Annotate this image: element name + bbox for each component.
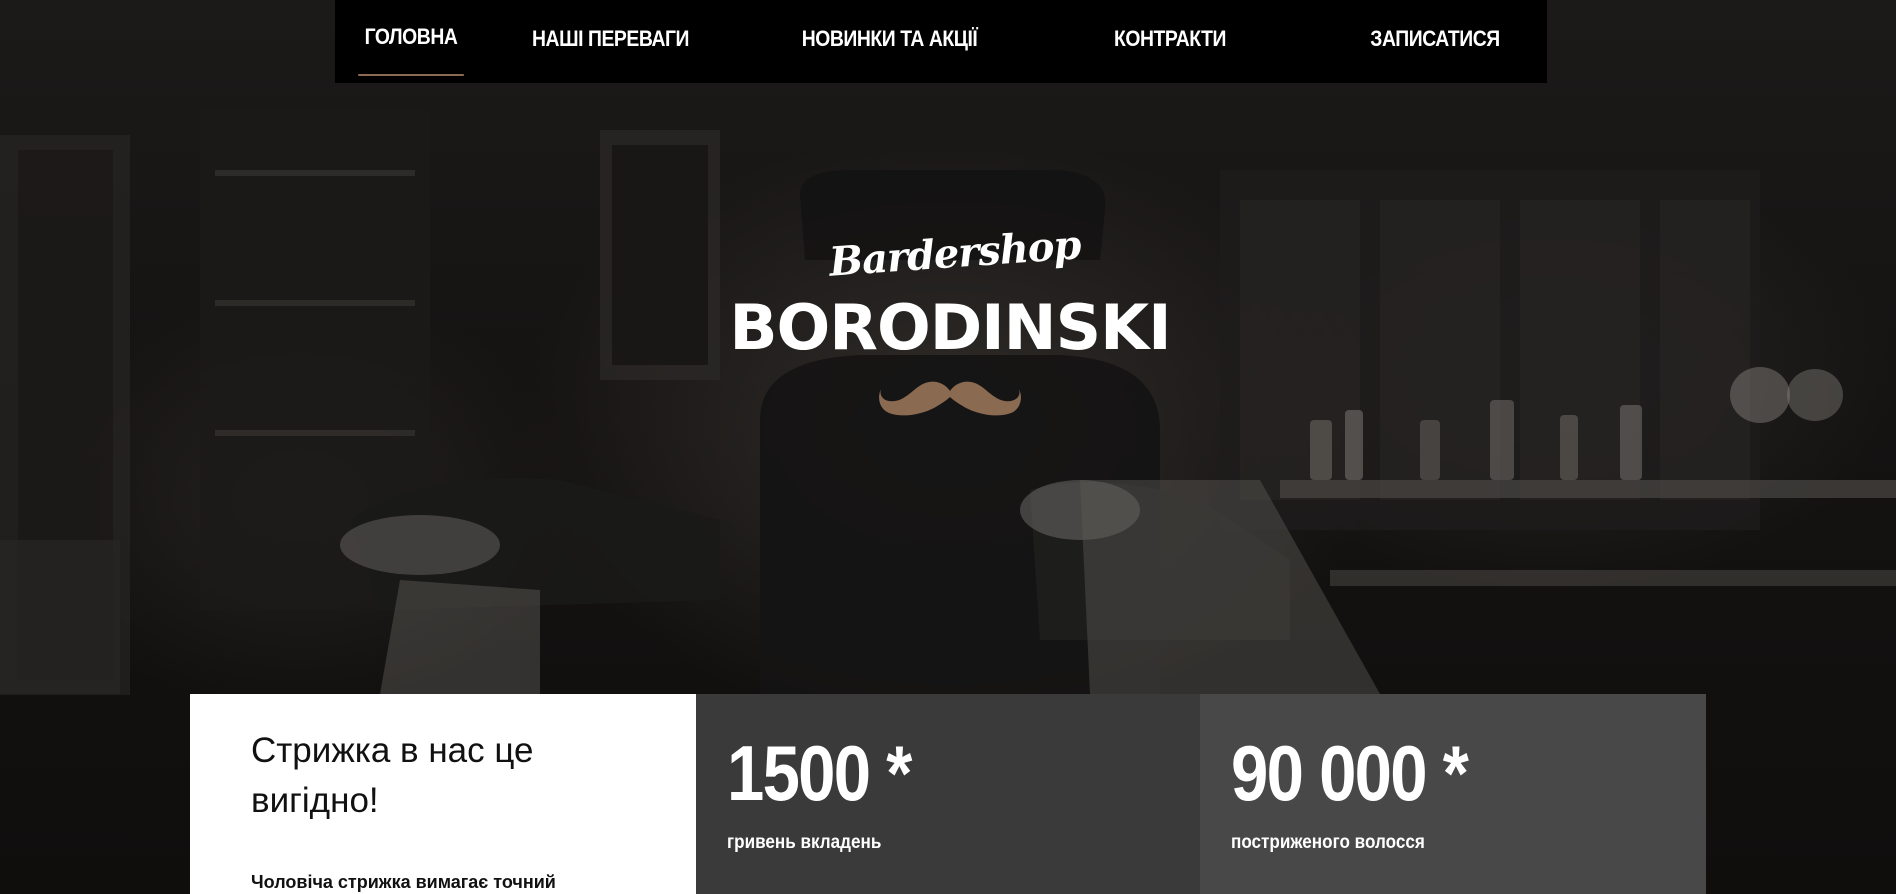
brand-logo: Bardershop BORODINSKI — [700, 221, 1200, 421]
nav-item-advantages[interactable]: НАШІ ПЕРЕВАГИ — [529, 0, 692, 78]
nav-item-label: НОВИНКИ ТА АКЦІЇ — [801, 26, 978, 51]
nav-item-signup[interactable]: ЗАПИСАТИСЯ — [1356, 0, 1514, 78]
stat-panel-hair: 90 000 * постриженого волосся — [1200, 694, 1706, 894]
stat-label: гривень вкладень — [727, 832, 882, 853]
nav-item-label: НАШІ ПЕРЕВАГИ — [532, 26, 689, 51]
mustache-icon — [879, 381, 1021, 416]
intro-body: Чоловіча стрижка вимагає точний — [251, 872, 556, 892]
logo-main-text: BORODINSKI — [729, 291, 1171, 364]
nav-item-news-promotions[interactable]: НОВИНКИ ТА АКЦІЇ — [782, 0, 998, 78]
intro-panel: Стрижка в нас це вигідно! Чоловіча стриж… — [190, 694, 696, 894]
nav-item-label: ЗАПИСАТИСЯ — [1370, 26, 1500, 51]
main-nav: ГОЛОВНА НАШІ ПЕРЕВАГИ НОВИНКИ ТА АКЦІЇ К… — [335, 0, 1547, 83]
page: ГОЛОВНА НАШІ ПЕРЕВАГИ НОВИНКИ ТА АКЦІЇ К… — [0, 0, 1896, 894]
stat-label: постриженого волосся — [1231, 832, 1425, 853]
nav-item-label: ГОЛОВНА — [364, 24, 458, 49]
stat-value: 90 000 * — [1231, 729, 1469, 817]
stat-panel-investment: 1500 * гривень вкладень — [696, 694, 1200, 894]
nav-item-contacts[interactable]: КОНТРАКТИ — [1104, 0, 1236, 78]
nav-item-home[interactable]: ГОЛОВНА — [358, 0, 464, 76]
intro-heading: Стрижка в нас це вигідно! — [251, 731, 534, 820]
logo-script-text: Bardershop — [827, 221, 1083, 286]
stat-value: 1500 * — [727, 729, 912, 817]
nav-item-label: КОНТРАКТИ — [1114, 26, 1226, 51]
